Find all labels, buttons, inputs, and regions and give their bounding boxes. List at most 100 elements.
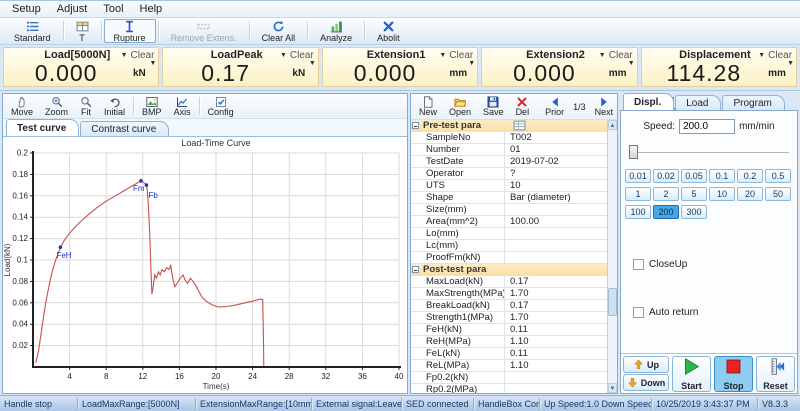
speed-button-300[interactable]: 300: [681, 205, 707, 219]
slider-thumb[interactable]: [629, 145, 638, 159]
scrollbar-thumb[interactable]: [608, 288, 617, 316]
param-row[interactable]: Operator?: [411, 168, 607, 180]
chevron-down-icon[interactable]: ▼: [758, 52, 765, 59]
speed-slider[interactable]: [629, 145, 789, 159]
menu-tool[interactable]: Tool: [95, 2, 131, 16]
start-button[interactable]: Start: [672, 356, 711, 392]
meter-unit[interactable]: ▼kN: [124, 68, 154, 79]
param-row[interactable]: UTS10: [411, 180, 607, 192]
scroll-up-icon[interactable]: ▲: [608, 120, 617, 130]
speed-button-0.2[interactable]: 0.2: [737, 169, 763, 183]
reset-button[interactable]: Reset: [756, 356, 795, 392]
tab-displ[interactable]: Displ.: [623, 93, 674, 110]
param-row[interactable]: MaxStrength(MPa)1.70: [411, 288, 607, 300]
checkbox-box-icon[interactable]: [633, 259, 644, 270]
toolbar-button-remove-extens[interactable]: Remove Extens.: [161, 19, 247, 43]
tab-program[interactable]: Program: [722, 95, 784, 110]
chevron-down-icon[interactable]: ▼: [121, 52, 128, 59]
param-row[interactable]: Strength1(MPa)1.70: [411, 312, 607, 324]
param-row[interactable]: Number01: [411, 144, 607, 156]
speed-button-10[interactable]: 10: [709, 187, 735, 201]
chevron-down-icon[interactable]: ▼: [468, 60, 475, 67]
chart-tool-move[interactable]: Move: [5, 94, 39, 118]
menu-help[interactable]: Help: [132, 2, 171, 16]
meter-unit[interactable]: ▼mm: [762, 68, 792, 79]
chevron-down-icon[interactable]: ▼: [787, 60, 794, 67]
speed-button-0.01[interactable]: 0.01: [625, 169, 651, 183]
menu-adjust[interactable]: Adjust: [49, 2, 96, 16]
param-row[interactable]: Rp0.2(MPa): [411, 384, 607, 393]
param-row[interactable]: ReL(MPa)1.10: [411, 360, 607, 372]
menu-setup[interactable]: Setup: [4, 2, 49, 16]
speed-input[interactable]: [679, 119, 735, 134]
collapse-icon[interactable]: [412, 266, 419, 273]
params-scrollbar[interactable]: ▲ ▼: [607, 120, 617, 393]
params-tool-next[interactable]: Next: [589, 94, 620, 119]
toolbar-button-analyze[interactable]: Analyze: [310, 19, 362, 43]
speed-button-200[interactable]: 200: [653, 205, 679, 219]
params-tool-save[interactable]: Save: [477, 94, 510, 119]
down-button[interactable]: Down: [623, 374, 669, 391]
speed-button-5[interactable]: 5: [681, 187, 707, 201]
toolbar-button-rupture[interactable]: Rupture: [104, 19, 156, 43]
speed-button-0.5[interactable]: 0.5: [765, 169, 791, 183]
meter-unit[interactable]: ▼kN: [284, 68, 314, 79]
param-row[interactable]: FeH(kN)0.11: [411, 324, 607, 336]
speed-button-2[interactable]: 2: [653, 187, 679, 201]
chevron-down-icon[interactable]: ▼: [149, 60, 156, 67]
params-tool-prior[interactable]: Prior: [539, 94, 570, 119]
chevron-down-icon[interactable]: ▼: [439, 52, 446, 59]
params-tool-new[interactable]: New: [413, 94, 443, 119]
chart-tool-zoom[interactable]: Zoom: [39, 94, 74, 118]
checkbox-box-icon[interactable]: [633, 307, 644, 318]
toolbar-button-abolit[interactable]: Abolit: [367, 19, 410, 43]
param-row[interactable]: MaxLoad(kN)0.17: [411, 276, 607, 288]
speed-button-50[interactable]: 50: [765, 187, 791, 201]
scroll-down-icon[interactable]: ▼: [608, 383, 617, 393]
speed-button-0.02[interactable]: 0.02: [653, 169, 679, 183]
chart-tool-config[interactable]: Config: [202, 94, 240, 118]
param-row[interactable]: Size(mm): [411, 204, 607, 216]
chart-tool-fit[interactable]: Fit: [74, 94, 98, 118]
meter-unit[interactable]: ▼mm: [603, 68, 633, 79]
params-tool-open[interactable]: Open: [443, 94, 477, 119]
speed-button-20[interactable]: 20: [737, 187, 763, 201]
tab-contrast-curve[interactable]: Contrast curve: [80, 121, 169, 136]
chevron-down-icon[interactable]: ▼: [628, 60, 635, 67]
speed-button-0.1[interactable]: 0.1: [709, 169, 735, 183]
toolbar-button-clear-all[interactable]: Clear All: [252, 19, 306, 43]
speed-button-1[interactable]: 1: [625, 187, 651, 201]
stop-button[interactable]: Stop: [714, 356, 753, 392]
tab-test-curve[interactable]: Test curve: [6, 119, 79, 136]
params-tool-del[interactable]: Del: [510, 94, 536, 119]
chevron-down-icon[interactable]: ▼: [280, 52, 287, 59]
param-row[interactable]: SampleNoT002: [411, 132, 607, 144]
param-row[interactable]: ShapeBar (diameter): [411, 192, 607, 204]
chart-tool-bmp[interactable]: BMP: [136, 94, 168, 118]
speed-button-0.05[interactable]: 0.05: [681, 169, 707, 183]
toolbar-button-t[interactable]: T: [66, 19, 99, 43]
param-row[interactable]: TestDate2019-07-02: [411, 156, 607, 168]
param-group-row[interactable]: Post-test para: [411, 264, 607, 276]
closeup-checkbox[interactable]: CloseUp: [633, 259, 687, 270]
toolbar-button-standard[interactable]: Standard: [4, 19, 61, 43]
chart-tool-initial[interactable]: Initial: [98, 94, 131, 118]
param-row[interactable]: Lc(mm): [411, 240, 607, 252]
auto-return-checkbox[interactable]: Auto return: [633, 307, 698, 318]
chart-tool-axis[interactable]: Axis: [168, 94, 197, 118]
chevron-down-icon[interactable]: ▼: [599, 52, 606, 59]
meter-unit[interactable]: ▼mm: [443, 68, 473, 79]
tab-load[interactable]: Load: [675, 95, 721, 110]
param-row[interactable]: ProofFm(kN): [411, 252, 607, 264]
param-row[interactable]: ReH(MPa)1.10: [411, 336, 607, 348]
param-row[interactable]: Area(mm^2)100.00: [411, 216, 607, 228]
speed-button-100[interactable]: 100: [625, 205, 651, 219]
chevron-down-icon[interactable]: ▼: [309, 60, 316, 67]
param-row[interactable]: Lo(mm): [411, 228, 607, 240]
param-row[interactable]: BreakLoad(kN)0.17: [411, 300, 607, 312]
collapse-icon[interactable]: [412, 122, 419, 129]
up-button[interactable]: Up: [623, 356, 669, 373]
param-row[interactable]: Fp0.2(kN): [411, 372, 607, 384]
param-group-row[interactable]: Pre-test para: [411, 120, 607, 132]
param-row[interactable]: FeL(kN)0.11: [411, 348, 607, 360]
